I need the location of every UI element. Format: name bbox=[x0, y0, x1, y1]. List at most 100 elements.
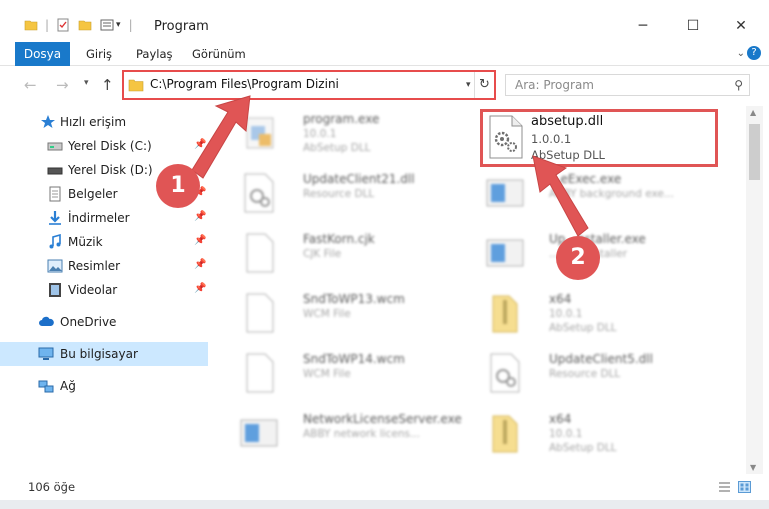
sidebar-item-quick-access[interactable]: Hızlı erişim bbox=[0, 110, 208, 134]
file-description: AbSetup DLL bbox=[549, 322, 617, 334]
list-item[interactable]: SndToWP13.wcm WCM File bbox=[235, 288, 475, 340]
download-icon bbox=[49, 211, 61, 225]
sidebar-item-network[interactable]: Ağ bbox=[0, 374, 208, 398]
drive-icon bbox=[47, 167, 63, 175]
sidebar-item-label: Resimler bbox=[68, 259, 121, 273]
address-bar[interactable]: C:\Program Files\Program Dizini ▾ ↻ bbox=[122, 70, 496, 100]
list-item[interactable]: SndToWP14.wcm WCM File bbox=[235, 348, 475, 400]
minimize-button[interactable]: ─ bbox=[628, 18, 658, 36]
list-item[interactable]: x64 10.0.1 AbSetup DLL bbox=[481, 408, 721, 460]
sidebar-item-this-pc[interactable]: Bu bilgisayar bbox=[0, 342, 208, 366]
annotation-badge-2-label: 2 bbox=[570, 245, 586, 270]
list-item[interactable]: NetworkLicenseServer.exe ABBY network li… bbox=[235, 408, 475, 460]
sidebar-item-disk-c[interactable]: Yerel Disk (C:) 📌 bbox=[0, 134, 208, 158]
up-icon[interactable]: ↑ bbox=[101, 76, 114, 94]
list-item[interactable]: UpdateClient21.dll Resource DLL bbox=[235, 168, 475, 220]
scroll-up-icon[interactable]: ▲ bbox=[750, 108, 756, 117]
ribbon-expand-icon[interactable]: ⌄ bbox=[737, 48, 745, 59]
pin-icon[interactable]: 📌 bbox=[194, 283, 206, 294]
exe-file-icon bbox=[486, 179, 524, 207]
help-icon[interactable]: ? bbox=[747, 46, 761, 60]
file-type: WCM File bbox=[303, 308, 351, 320]
sidebar-item-label: Videolar bbox=[68, 283, 118, 297]
scroll-down-icon[interactable]: ▼ bbox=[750, 463, 756, 472]
highlighted-file-absetup-dll[interactable]: absetup.dll 1.0.0.1 AbSetup DLL bbox=[480, 109, 718, 167]
generic-file-icon bbox=[246, 353, 274, 393]
dll-file-icon bbox=[244, 173, 274, 213]
list-item[interactable]: program.exe 10.0.1 AbSetup DLL bbox=[235, 108, 475, 160]
pin-icon[interactable]: 📌 bbox=[194, 211, 206, 222]
exe-file-icon bbox=[240, 419, 278, 447]
pin-icon[interactable]: 📌 bbox=[194, 235, 206, 246]
file-name: FastKorn.cjk bbox=[303, 232, 375, 246]
computer-icon bbox=[38, 347, 54, 360]
sidebar-item-downloads[interactable]: İndirmeler 📌 bbox=[0, 206, 208, 230]
file-version: 10.0.1 bbox=[303, 128, 337, 140]
file-description: ABBY network licens... bbox=[303, 428, 420, 440]
music-icon bbox=[49, 234, 61, 249]
list-item[interactable]: UpdateClient5.dll Resource DLL bbox=[481, 348, 721, 400]
forward-icon[interactable]: → bbox=[56, 76, 69, 94]
qa-dropdown-icon[interactable]: ▾ bbox=[116, 20, 121, 30]
sidebar-item-label: İndirmeler bbox=[68, 211, 130, 225]
customize-icon[interactable] bbox=[100, 18, 114, 32]
videos-icon bbox=[49, 283, 61, 297]
pin-icon[interactable]: 📌 bbox=[194, 259, 206, 270]
list-item[interactable]: Up...nstaller.exe ...ates installer bbox=[481, 228, 721, 280]
list-item[interactable]: ...eExec.exe ABBY background exe... bbox=[481, 168, 721, 220]
folder-icon[interactable] bbox=[24, 18, 38, 32]
quick-access-toolbar: | ▾ | bbox=[24, 18, 133, 32]
qa-divider: | bbox=[128, 18, 133, 32]
back-icon[interactable]: ← bbox=[24, 76, 37, 94]
new-folder-icon[interactable] bbox=[78, 18, 92, 32]
file-name: SndToWP13.wcm bbox=[303, 292, 405, 306]
zip-folder-icon bbox=[492, 295, 518, 333]
refresh-icon[interactable]: ↻ bbox=[474, 72, 494, 98]
close-button[interactable]: ✕ bbox=[726, 18, 756, 36]
file-version: 10.0.1 bbox=[549, 308, 583, 320]
file-name: x64 bbox=[549, 412, 572, 426]
annotation-badge-1-label: 1 bbox=[170, 173, 186, 198]
file-version: 10.0.1 bbox=[549, 428, 583, 440]
file-description: AbSetup DLL bbox=[303, 142, 371, 154]
sidebar-item-onedrive[interactable]: OneDrive bbox=[0, 310, 208, 334]
file-name: absetup.dll bbox=[531, 114, 604, 129]
vertical-scrollbar[interactable]: ▲ ▼ bbox=[746, 106, 763, 474]
generic-file-icon bbox=[246, 293, 274, 333]
sidebar-item-label: Müzik bbox=[68, 235, 103, 249]
details-view-icon[interactable] bbox=[718, 481, 731, 493]
properties-icon[interactable] bbox=[56, 18, 70, 32]
address-dropdown-icon[interactable]: ▾ bbox=[466, 80, 471, 90]
file-type: Resource DLL bbox=[303, 188, 375, 200]
file-version: 1.0.0.1 bbox=[531, 132, 572, 146]
tab-view[interactable]: Görünüm bbox=[192, 42, 246, 66]
list-item[interactable]: x64 10.0.1 AbSetup DLL bbox=[481, 288, 721, 340]
large-icons-view-icon[interactable] bbox=[738, 481, 751, 493]
search-icon[interactable]: ⚲ bbox=[734, 78, 743, 92]
maximize-button[interactable]: ☐ bbox=[678, 18, 708, 36]
recent-locations-icon[interactable]: ▾ bbox=[84, 78, 89, 88]
tab-share[interactable]: Paylaş bbox=[136, 42, 173, 66]
file-type: Resource DLL bbox=[549, 368, 621, 380]
search-input[interactable]: Ara: Program bbox=[515, 78, 594, 92]
file-description: AbSetup DLL bbox=[531, 148, 605, 162]
ribbon: Dosya Giriş Paylaş Görünüm ⌄ ? bbox=[0, 42, 769, 66]
address-path[interactable]: C:\Program Files\Program Dizini bbox=[150, 77, 339, 91]
sidebar-item-videos[interactable]: Videolar 📌 bbox=[0, 278, 208, 302]
file-description: AbSetup DLL bbox=[549, 442, 617, 454]
list-item[interactable]: FastKorn.cjk CJK File bbox=[235, 228, 475, 280]
file-type: WCM File bbox=[303, 368, 351, 380]
pin-icon[interactable]: 📌 bbox=[194, 139, 206, 150]
tab-home[interactable]: Giriş bbox=[86, 42, 112, 66]
scroll-thumb[interactable] bbox=[749, 124, 760, 180]
file-type: CJK File bbox=[303, 248, 342, 260]
sidebar-item-pictures[interactable]: Resimler 📌 bbox=[0, 254, 208, 278]
generic-file-icon bbox=[246, 233, 274, 273]
zip-folder-icon bbox=[492, 415, 518, 453]
tab-file[interactable]: Dosya bbox=[15, 42, 70, 66]
title-bar: | ▾ | Program ─ ☐ ✕ bbox=[0, 0, 769, 42]
sidebar-item-music[interactable]: Müzik 📌 bbox=[0, 230, 208, 254]
file-name: NetworkLicenseServer.exe bbox=[303, 412, 462, 426]
search-box[interactable]: Ara: Program ⚲ bbox=[505, 74, 750, 96]
exe-file-icon bbox=[486, 239, 524, 267]
